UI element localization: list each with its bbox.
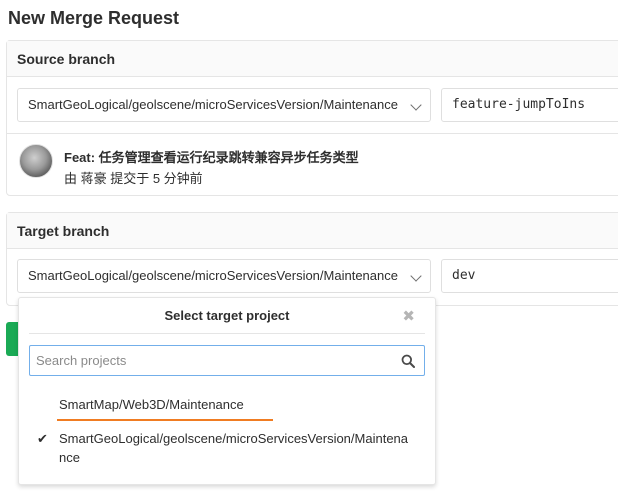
- avatar: [19, 144, 53, 178]
- close-icon[interactable]: ✖: [402, 307, 415, 325]
- dropdown-title: Select target project: [164, 308, 290, 323]
- source-project-select[interactable]: SmartGeoLogical/geolscene/microServicesV…: [17, 88, 431, 122]
- search-input[interactable]: [30, 346, 390, 375]
- target-branch-header: Target branch: [7, 213, 618, 249]
- page-title: New Merge Request: [8, 8, 180, 28]
- project-option-smartgeological-maintenance[interactable]: SmartGeoLogical/geolscene/microServicesV…: [59, 429, 409, 467]
- project-option-smartmap-web3d-maintenance[interactable]: SmartMap/Web3D/Maintenance: [59, 395, 244, 414]
- check-icon: ✔: [37, 431, 48, 446]
- target-branch-panel: Target branch SmartGeoLogical/geolscene/…: [6, 212, 618, 306]
- commit-title[interactable]: Feat: 任务管理查看运行纪录跳转兼容异步任务类型: [64, 147, 359, 166]
- source-project-value: SmartGeoLogical/geolscene/microServicesV…: [28, 97, 398, 112]
- divider: [7, 133, 618, 134]
- highlight-underline: [57, 419, 273, 421]
- target-branch-select[interactable]: dev: [441, 259, 618, 293]
- source-branch-panel: Source branch SmartGeoLogical/geolscene/…: [6, 40, 618, 196]
- source-branch-select[interactable]: feature-jumpToIns: [441, 88, 618, 122]
- chevron-down-icon: [410, 99, 422, 111]
- select-target-project-dropdown: Select target project ✖ SmartMap/Web3D/M…: [18, 297, 436, 485]
- source-branch-header: Source branch: [7, 41, 618, 77]
- search-icon[interactable]: [401, 354, 415, 368]
- divider: [29, 333, 425, 334]
- chevron-down-icon: [410, 270, 422, 282]
- search-field: [29, 345, 425, 376]
- commit-meta: 由 蒋豪 提交于 5 分钟前: [64, 171, 203, 186]
- target-project-select[interactable]: SmartGeoLogical/geolscene/microServicesV…: [17, 259, 431, 293]
- target-project-value: SmartGeoLogical/geolscene/microServicesV…: [28, 268, 398, 283]
